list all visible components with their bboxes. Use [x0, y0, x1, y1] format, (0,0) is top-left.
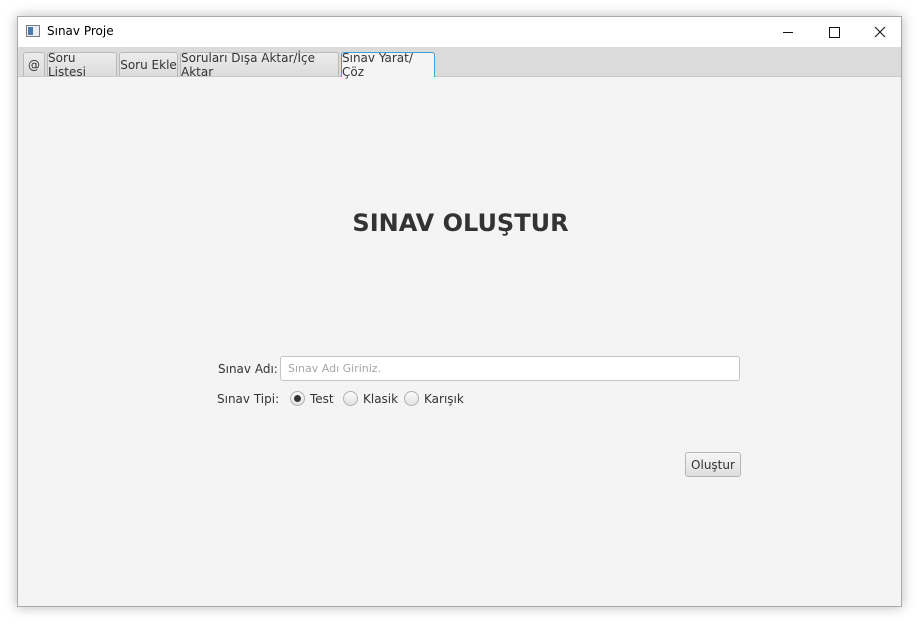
tab-content: SINAV OLUŞTUR Sınav Adı: Sınav Tipi: Tes…	[18, 77, 901, 606]
close-button[interactable]	[857, 17, 903, 47]
radio-circle	[290, 391, 305, 406]
tab-question-list[interactable]: Soru Listesi	[47, 51, 117, 79]
radio-mixed-label: Karışık	[424, 391, 464, 406]
close-icon	[874, 26, 886, 38]
page-title: SINAV OLUŞTUR	[352, 209, 569, 237]
exam-type-label: Sınav Tipi:	[217, 392, 280, 406]
radio-selected-dot	[294, 395, 301, 402]
tab-export-import[interactable]: Soruları Dışa Aktar/İçe Aktar	[180, 51, 339, 79]
exam-name-label: Sınav Adı:	[218, 362, 278, 376]
create-button[interactable]: Oluştur	[685, 452, 741, 477]
window-title: Sınav Proje	[47, 24, 114, 38]
app-icon	[26, 25, 40, 37]
tab-at[interactable]: @	[23, 52, 45, 76]
radio-test[interactable]: Test	[290, 391, 334, 406]
radio-mixed[interactable]: Karışık	[404, 391, 464, 406]
tab-create-exam[interactable]: Sınav Yarat/Çöz	[341, 51, 435, 79]
radio-circle	[343, 391, 358, 406]
radio-classic[interactable]: Klasik	[343, 391, 398, 406]
radio-test-label: Test	[310, 391, 334, 406]
exam-name-input[interactable]	[280, 356, 740, 381]
minimize-icon	[783, 31, 793, 33]
app-window: Sınav Proje @ Soru Listesi Soru Ekle Sor…	[17, 16, 902, 607]
minimize-button[interactable]	[765, 17, 811, 47]
tab-add-question[interactable]: Soru Ekle	[119, 52, 178, 76]
maximize-button[interactable]	[811, 17, 857, 47]
title-bar: Sınav Proje	[18, 17, 901, 47]
radio-classic-label: Klasik	[363, 391, 399, 406]
radio-circle	[404, 391, 419, 406]
tab-bar: @ Soru Listesi Soru Ekle Soruları Dışa A…	[18, 47, 901, 79]
maximize-icon	[828, 26, 840, 38]
